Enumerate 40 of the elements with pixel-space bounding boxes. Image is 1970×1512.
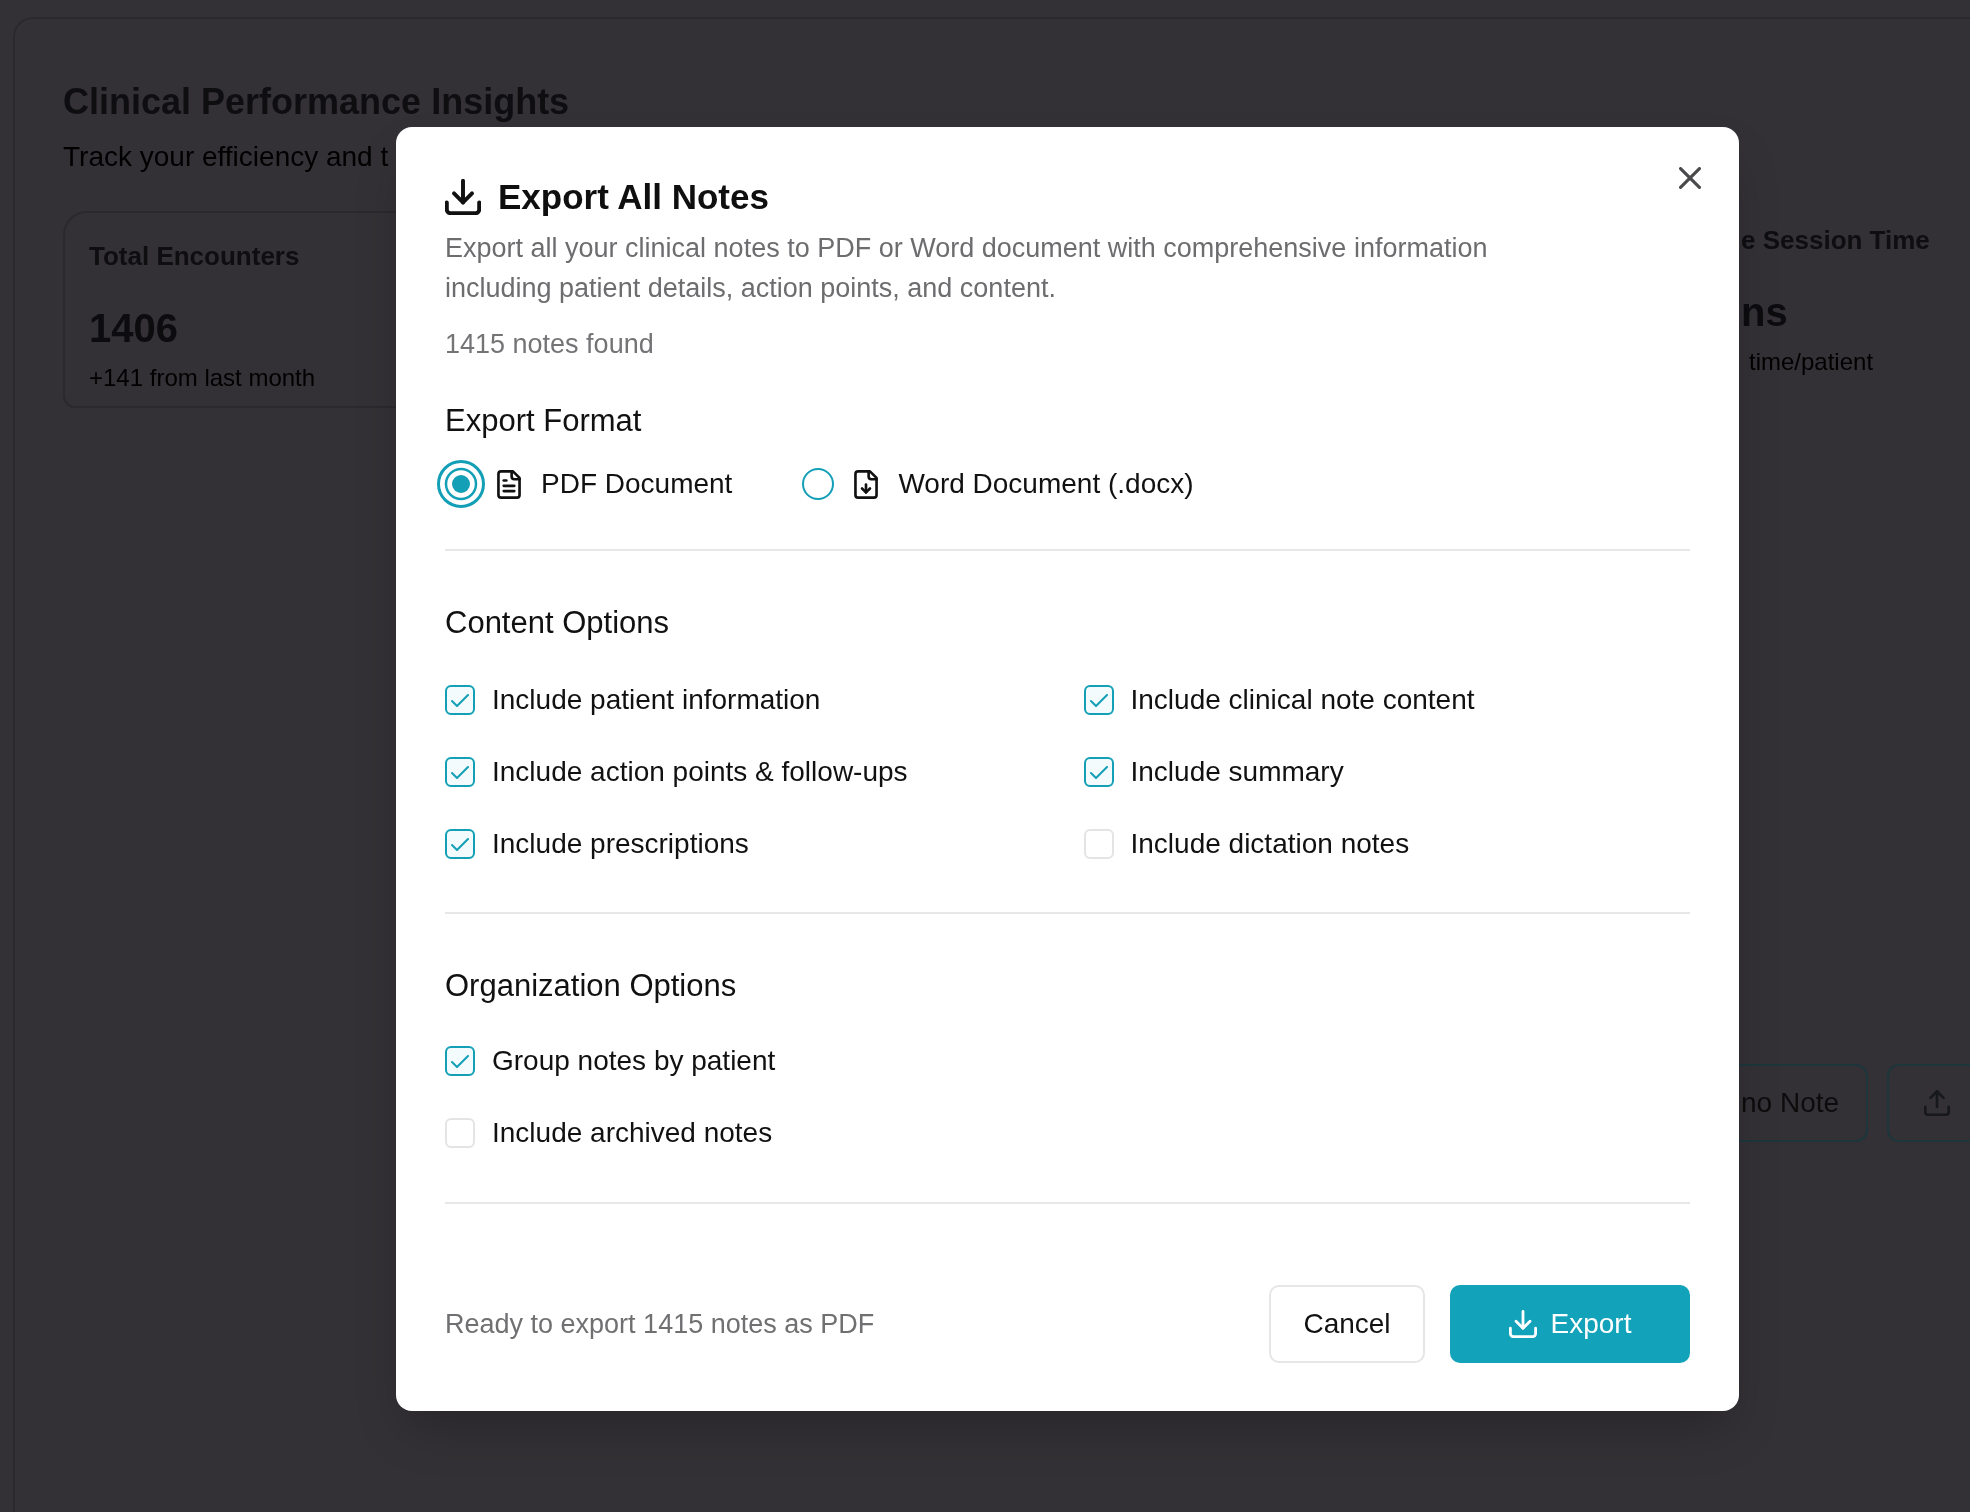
section-heading: Organization Options — [445, 967, 738, 1005]
checkbox[interactable] — [445, 757, 475, 787]
checkbox[interactable] — [445, 829, 475, 859]
radio-button[interactable] — [437, 460, 485, 508]
download-icon — [445, 179, 481, 215]
checkbox-label: Include archived notes — [492, 1116, 773, 1150]
checkbox-label: Include prescriptions — [492, 827, 749, 861]
notes-count: 1415 notes found — [445, 328, 655, 361]
download-icon — [1508, 1310, 1537, 1338]
export-status: Ready to export 1415 notes as PDF — [445, 1308, 875, 1341]
export-button[interactable]: Export — [1450, 1285, 1690, 1363]
dialog-title: Export All Notes — [498, 176, 769, 218]
checkbox-label: Include action points & follow-ups — [492, 755, 908, 789]
close-icon — [1679, 167, 1701, 189]
checkbox-label: Group notes by patient — [492, 1044, 776, 1078]
checkbox-label: Include clinical note content — [1130, 683, 1475, 717]
checkbox[interactable] — [1083, 757, 1114, 787]
checkbox-label: Include dictation notes — [1130, 827, 1410, 861]
radio-button[interactable] — [802, 468, 835, 500]
document-icon — [497, 469, 521, 499]
close-button[interactable] — [1679, 167, 1701, 189]
option-label: PDF Document — [541, 467, 733, 501]
check-icon — [451, 837, 469, 851]
cancel-button[interactable]: Cancel — [1269, 1285, 1425, 1363]
check-icon — [451, 693, 469, 707]
checkbox[interactable] — [445, 1046, 475, 1076]
checkbox-label: Include summary — [1130, 755, 1344, 789]
check-icon — [451, 765, 469, 779]
checkbox[interactable] — [1083, 685, 1114, 715]
upload-icon — [1924, 1090, 1950, 1116]
check-icon — [1089, 765, 1108, 779]
section-heading: Content Options — [445, 604, 671, 642]
check-icon — [451, 1054, 469, 1068]
checkbox[interactable] — [445, 685, 475, 715]
dialog-description: Export all your clinical notes to PDF or Word document with comprehensive information including patient details, action points, and content. — [445, 232, 1489, 305]
option-label: Word Document (.docx) — [898, 467, 1194, 501]
checkbox-label: Include patient information — [492, 683, 821, 717]
check-icon — [1089, 693, 1108, 707]
document-download-icon — [854, 469, 879, 499]
section-heading: Export Format — [445, 402, 643, 440]
